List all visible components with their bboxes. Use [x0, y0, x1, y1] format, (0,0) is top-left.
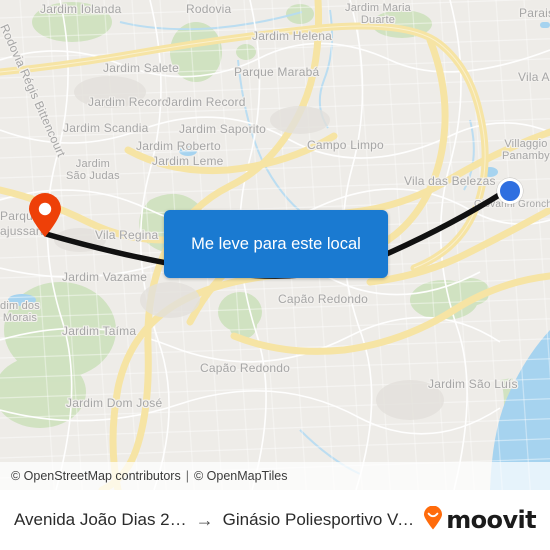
map-canvas[interactable]: Jardim Iolanda Rodovia Jardim Maria Duarte…	[0, 0, 550, 490]
arrow-right-icon: →	[195, 509, 214, 530]
moovit-logo[interactable]: moovit	[423, 505, 537, 535]
map-screen: Jardim Iolanda Rodovia Jardim Maria Duarte…	[0, 0, 550, 550]
bottom-bar: Avenida João Dias 2… → Ginásio Poliespor…	[0, 490, 550, 550]
trip-summary: Avenida João Dias 2… → Ginásio Poliespor…	[14, 510, 423, 531]
attribution-separator: |	[185, 469, 189, 483]
moovit-pin-icon	[423, 505, 443, 535]
callout-label: Me leve para este local	[191, 234, 361, 253]
destination-dot-marker[interactable]	[497, 178, 523, 204]
take-me-there-button[interactable]: Me leve para este local	[164, 210, 388, 278]
moovit-wordmark: moovit	[446, 506, 536, 534]
attribution-tiles[interactable]: © OpenMapTiles	[194, 469, 288, 483]
attribution-osm[interactable]: © OpenStreetMap contributors	[11, 469, 181, 483]
trip-destination-label: Ginásio Poliesportivo Vald…	[222, 510, 423, 529]
trip-origin-label: Avenida João Dias 2…	[14, 510, 187, 529]
map-attribution: © OpenStreetMap contributors | © OpenMap…	[0, 462, 550, 490]
origin-pin-marker[interactable]	[27, 192, 63, 238]
